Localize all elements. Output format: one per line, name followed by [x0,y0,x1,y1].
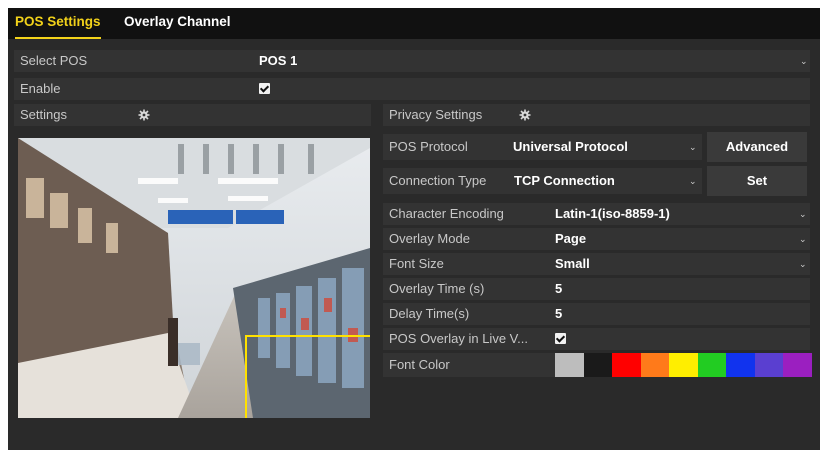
set-button[interactable]: Set [707,166,807,196]
overlay-mode-value[interactable]: Page [555,228,586,250]
privacy-settings-label: Privacy Settings [389,107,483,122]
overlay-time-input[interactable]: 5 [555,278,562,300]
settings-row: Settings [14,104,371,126]
settings-label: Settings [20,107,67,122]
font-color-row: Font Color [383,353,812,377]
font-color-swatch[interactable] [583,353,613,377]
delay-time-label: Delay Time(s) [389,306,470,321]
pos-protocol-value[interactable]: Universal Protocol [513,134,628,160]
chevron-down-icon[interactable]: ⌄ [689,168,697,194]
pos-overlay-live-row: POS Overlay in Live V... [383,328,810,350]
chevron-down-icon[interactable]: ⌄ [689,134,697,160]
font-color-swatch[interactable] [754,353,784,377]
chevron-down-icon[interactable]: ⌄ [799,228,807,250]
pos-protocol-row: POS Protocol Universal Protocol ⌄ [383,134,702,160]
connection-type-label: Connection Type [389,173,487,188]
advanced-button[interactable]: Advanced [707,132,807,162]
gear-icon[interactable] [519,109,531,121]
character-encoding-row: Character Encoding Latin-1(iso-8859-1) ⌄ [383,203,810,225]
font-size-value[interactable]: Small [555,253,590,275]
font-size-label: Font Size [389,256,444,271]
supermarket-preview-image [18,138,370,418]
delay-time-row: Delay Time(s) 5 [383,303,810,325]
character-encoding-value[interactable]: Latin-1(iso-8859-1) [555,203,670,225]
app-root: POS Settings Overlay Channel Select POS … [0,0,829,458]
font-color-swatch[interactable] [555,353,584,377]
gear-icon[interactable] [138,109,150,121]
font-color-label: Font Color [389,357,450,372]
delay-time-input[interactable]: 5 [555,303,562,325]
connection-type-row: Connection Type TCP Connection ⌄ [383,168,702,194]
pos-overlay-live-checkbox[interactable] [555,333,566,344]
overlay-time-label: Overlay Time (s) [389,281,485,296]
chevron-down-icon[interactable]: ⌄ [799,203,807,225]
font-color-swatch[interactable] [697,353,727,377]
camera-preview [18,138,370,418]
enable-label: Enable [20,81,61,96]
select-pos-label: Select POS [20,53,88,68]
tab-overlay-channel[interactable]: Overlay Channel [124,8,231,37]
select-pos-value[interactable]: POS 1 [259,50,297,72]
pos-settings-panel: POS Settings Overlay Channel Select POS … [8,8,820,450]
chevron-down-icon[interactable]: ⌄ [800,50,808,72]
tab-bar: POS Settings Overlay Channel [8,8,820,39]
chevron-down-icon[interactable]: ⌄ [799,253,807,275]
tab-pos-settings[interactable]: POS Settings [15,8,101,39]
font-size-row: Font Size Small ⌄ [383,253,810,275]
enable-row: Enable [14,78,810,100]
connection-type-value[interactable]: TCP Connection [514,168,615,194]
overlay-time-row: Overlay Time (s) 5 [383,278,810,300]
font-color-swatch[interactable] [669,353,698,377]
pos-overlay-live-label: POS Overlay in Live V... [389,331,528,346]
overlay-mode-label: Overlay Mode [389,231,470,246]
character-encoding-label: Character Encoding [389,206,504,221]
font-color-swatch[interactable] [640,353,670,377]
select-pos-row: Select POS POS 1 ⌄ [14,50,810,72]
pos-protocol-label: POS Protocol [389,139,468,154]
font-color-swatch[interactable] [726,353,755,377]
font-color-swatch[interactable] [612,353,641,377]
enable-checkbox[interactable] [259,83,270,94]
privacy-settings-row: Privacy Settings [383,104,810,126]
overlay-mode-row: Overlay Mode Page ⌄ [383,228,810,250]
font-color-swatch[interactable] [783,353,812,377]
